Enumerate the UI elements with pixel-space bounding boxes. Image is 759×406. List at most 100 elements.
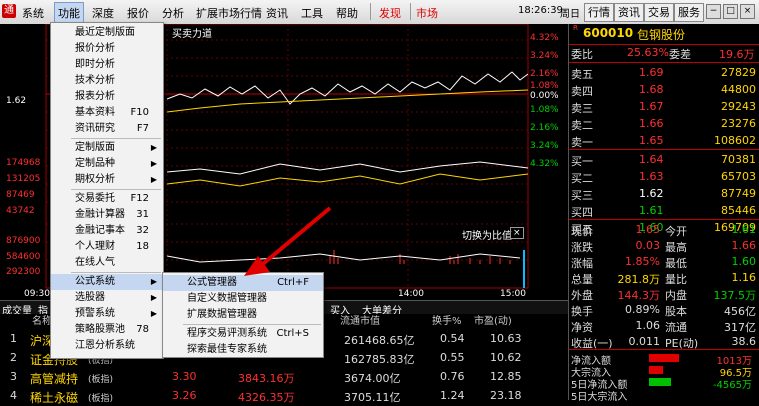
toggle-ratio-link[interactable]: 切换为比值 — [462, 227, 512, 242]
menu-item[interactable]: 定制品种 ▶ — [51, 156, 163, 172]
ask-row[interactable]: 卖三 1.67 29243 — [569, 99, 759, 116]
app-logo-icon: 通 — [2, 4, 16, 18]
menu-item[interactable]: 策略股票池 78 — [51, 322, 163, 338]
submenu-arrow-icon: ▶ — [150, 159, 157, 168]
flow-row: 大宗流入 96.5万 — [571, 366, 752, 379]
menu-item[interactable]: 个人理财 18 — [51, 239, 163, 255]
minimize-icon[interactable]: − — [706, 4, 721, 19]
ask-row[interactable]: 卖二 1.66 23276 — [569, 116, 759, 133]
close-icon[interactable]: × — [740, 4, 755, 19]
quote-row: 外盘 144.3万 内盘 137.5万 — [571, 289, 756, 302]
time-axis-label: 15:00 — [500, 289, 526, 299]
ask-row[interactable]: 卖一 1.65 108602 — [569, 133, 759, 150]
tab-news[interactable]: 资讯 — [614, 3, 644, 22]
tab-quotes[interactable]: 行情 — [584, 3, 614, 22]
menu-separator — [71, 189, 161, 190]
col-turnover[interactable]: 换手% — [432, 314, 462, 330]
menu-item[interactable]: 金融记事本 32 — [51, 223, 163, 239]
maximize-icon[interactable]: □ — [723, 4, 738, 19]
ask-row[interactable]: 卖四 1.68 44800 — [569, 82, 759, 99]
submenu-item[interactable]: 自定义数据管理器 — [163, 291, 323, 307]
flow-bar — [649, 366, 663, 374]
quote-panel: R 600010 包钢股份 委比 25.63% 委差 19.6万 卖五 1.69… — [568, 24, 759, 403]
chart-title: 买卖力道 — [172, 29, 212, 40]
vol-label: 584600 — [6, 252, 41, 262]
submenu-item[interactable]: 程序交易评测系统 Ctrl+S — [163, 326, 323, 342]
tab-trade[interactable]: 交易 — [644, 3, 674, 22]
pct-label: 4.32% — [530, 33, 559, 43]
pct-label: 1.08% — [530, 105, 559, 115]
pct-label: 3.24% — [530, 141, 559, 151]
submenu-arrow-icon: ▶ — [150, 277, 157, 286]
formula-submenu: 公式管理器 Ctrl+F 自定义数据管理器 扩展数据管理器 程序交易评测系统 C… — [162, 272, 324, 358]
menu-item[interactable]: 报表分析 — [51, 89, 163, 105]
pct-label: 4.32% — [530, 159, 559, 169]
col-market-value[interactable]: 流通市值 — [340, 314, 380, 330]
menu-discover[interactable]: 发现 — [379, 5, 401, 21]
menu-item[interactable]: 交易委托 F12 — [51, 191, 163, 207]
menu-quote[interactable]: 报价 — [127, 5, 149, 21]
menu-item[interactable]: 期权分析 ▶ — [51, 172, 163, 188]
table-row[interactable]: 4 稀土永磁 (板指) 3.26 4326.35万 3705.11亿 1.24 … — [0, 387, 568, 406]
menu-item[interactable]: 预警系统 ▶ — [51, 306, 163, 322]
quote-row: 净资 1.06 流通 317亿 — [571, 319, 756, 334]
pct-label: 1.08% — [530, 81, 559, 91]
menu-separator — [71, 138, 161, 139]
menu-item[interactable]: 基本资料 F10 — [51, 105, 163, 121]
tab-service[interactable]: 服务 — [674, 3, 704, 22]
stock-name: 包钢股份 — [637, 28, 686, 42]
menu-item[interactable]: 即时分析 — [51, 57, 163, 73]
pct-label: 2.16% — [530, 123, 559, 133]
col-pe[interactable]: 市盈(动) — [474, 314, 512, 330]
table-row[interactable]: 3 高管减持 (板指) 3.30 3843.16万 3674.00亿 0.76 … — [0, 368, 568, 387]
menu-item[interactable]: 江恩分析系统 — [51, 338, 163, 354]
force-label: 174968 — [6, 158, 41, 168]
submenu-arrow-icon: ▶ — [150, 309, 157, 318]
force-label: 43742 — [6, 206, 35, 216]
close-icon[interactable]: × — [510, 227, 524, 239]
flow-row: 5日净流入额 -4565万 — [571, 378, 752, 391]
submenu-item[interactable]: 探索最佳专家系统 — [163, 342, 323, 358]
menu-item[interactable]: 金融计算器 31 — [51, 207, 163, 223]
vol-label: 876900 — [6, 236, 41, 246]
menu-news[interactable]: 资讯 — [266, 5, 288, 21]
submenu-arrow-icon: ▶ — [150, 293, 157, 302]
menu-depth[interactable]: 深度 — [92, 5, 114, 21]
menu-tools[interactable]: 工具 — [301, 5, 323, 21]
time-axis-label: 09:30 — [24, 289, 50, 299]
menu-separator — [71, 272, 161, 273]
annotation-arrow-icon — [244, 206, 332, 276]
col-name[interactable]: 名称 — [32, 314, 52, 330]
ask-row[interactable]: 卖五 1.69 27829 — [569, 65, 759, 82]
menu-function[interactable]: 功能 — [54, 2, 84, 24]
pct-label: 2.16% — [530, 69, 559, 79]
menu-item[interactable]: 最近定制版面 — [51, 25, 163, 41]
menu-item[interactable]: 在线人气 — [51, 255, 163, 271]
bid-row[interactable]: 买二 1.63 65703 — [569, 169, 759, 186]
menu-item[interactable]: 公式系统 ▶ — [51, 274, 163, 290]
submenu-item[interactable]: 扩展数据管理器 — [163, 307, 323, 323]
menu-extended-market[interactable]: 扩展市场行情 — [196, 5, 262, 21]
menu-item[interactable]: 技术分析 — [51, 73, 163, 89]
menu-item[interactable]: 定制版面 ▶ — [51, 140, 163, 156]
bid-row[interactable]: 买三 1.62 87749 — [569, 186, 759, 203]
menu-separator — [183, 324, 321, 325]
clock-weekday: 周日 — [560, 9, 580, 20]
bid-row[interactable]: 买四 1.61 85446 — [569, 203, 759, 220]
quote-row: 换手 0.89% 股本 456亿 — [571, 303, 756, 318]
function-menu: 最近定制版面 报价分析 即时分析 技术分析 报表分析 基本资料 F10 资讯研究… — [50, 22, 164, 359]
menu-item[interactable]: 资讯研究 F7 — [51, 121, 163, 137]
menu-item[interactable]: 报价分析 — [51, 41, 163, 57]
menu-item[interactable]: 选股器 ▶ — [51, 290, 163, 306]
menu-system[interactable]: 系统 — [22, 5, 44, 21]
menu-analysis[interactable]: 分析 — [162, 5, 184, 21]
menu-market[interactable]: 市场 — [416, 5, 438, 21]
market-badge: R — [573, 24, 578, 32]
menu-help[interactable]: 帮助 — [336, 5, 358, 21]
quote-row: 总量 281.8万 量比 1.16 — [571, 271, 756, 286]
menu-separator — [410, 3, 411, 20]
force-label: 87469 — [6, 190, 35, 200]
bid-row[interactable]: 买一 1.64 70381 — [569, 152, 759, 169]
submenu-arrow-icon: ▶ — [150, 175, 157, 184]
clock-time: 18:26:39 — [518, 5, 563, 16]
